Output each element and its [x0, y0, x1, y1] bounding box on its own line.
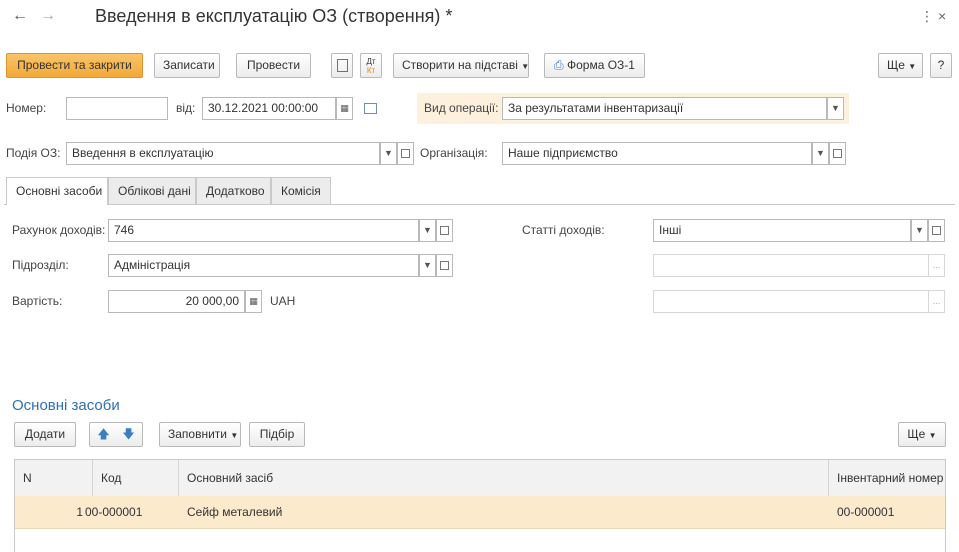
operation-type-label: Вид операції:: [424, 101, 499, 115]
department-dropdown-icon[interactable]: ▼: [419, 254, 436, 277]
col-header-code[interactable]: Код: [93, 460, 179, 496]
cell-asset: Сейф металевий: [187, 505, 283, 519]
structure-icon: [336, 59, 348, 72]
save-button[interactable]: Записати: [154, 53, 220, 78]
tab-additional[interactable]: Додатково: [196, 177, 271, 204]
calendar-icon[interactable]: ▦: [336, 97, 353, 120]
post-and-close-button[interactable]: Провести та закрити: [6, 53, 143, 78]
department-label: Підрозділ:: [12, 258, 69, 272]
create-based-on-label: Створити на підставі: [402, 58, 518, 72]
organization-field[interactable]: Наше підприємство: [502, 142, 812, 165]
table-more-button[interactable]: Ще ▼: [898, 422, 946, 447]
create-based-on-button[interactable]: Створити на підставі ▼: [393, 53, 529, 78]
income-account-dropdown-icon[interactable]: ▼: [419, 219, 436, 242]
tab-accounting-data[interactable]: Облікові дані: [108, 177, 196, 204]
department-open-icon[interactable]: [436, 254, 453, 277]
organization-open-icon[interactable]: [829, 142, 846, 165]
assets-section-title: Основні засоби: [12, 397, 120, 414]
income-account-field[interactable]: 746: [108, 219, 419, 242]
income-items-dropdown-icon[interactable]: ▼: [911, 219, 928, 242]
table-row[interactable]: 1 00-000001 Сейф металевий 00-000001: [15, 496, 945, 529]
calculator-icon[interactable]: ▦: [245, 290, 262, 313]
move-down-icon[interactable]: 🡇: [116, 423, 141, 446]
income-items-field[interactable]: Інші: [653, 219, 911, 242]
assets-table: N Код Основний засіб Інвентарний номер 1…: [14, 459, 946, 552]
col-header-n[interactable]: N: [15, 460, 93, 496]
structure-button[interactable]: [331, 53, 353, 78]
table-header: N Код Основний засіб Інвентарний номер: [15, 460, 945, 497]
department-field[interactable]: Адміністрація: [108, 254, 419, 277]
close-icon[interactable]: ×: [938, 6, 946, 26]
col-header-asset[interactable]: Основний засіб: [179, 460, 829, 496]
tab-strip-line: [4, 204, 955, 205]
extra-field-1-select-icon[interactable]: ...: [928, 254, 945, 277]
journal-entries-button[interactable]: Дт Кт: [360, 53, 382, 78]
more-actions-icon[interactable]: ⋮: [920, 6, 934, 26]
income-items-label: Статті доходів:: [522, 223, 605, 237]
income-account-label: Рахунок доходів:: [12, 223, 106, 237]
event-dropdown-icon[interactable]: ▼: [380, 142, 397, 165]
fill-label: Заповнити: [168, 427, 227, 441]
print-form-button[interactable]: ⎙ Форма ОЗ-1: [544, 53, 645, 78]
organization-dropdown-icon[interactable]: ▼: [812, 142, 829, 165]
event-open-icon[interactable]: [397, 142, 414, 165]
cost-field[interactable]: 20 000,00: [108, 290, 245, 313]
date-label: від:: [176, 101, 196, 115]
number-label: Номер:: [6, 101, 47, 115]
extra-field-1[interactable]: [653, 254, 931, 277]
dropdown-arrow-icon: ▼: [928, 431, 937, 440]
table-more-label: Ще: [907, 427, 926, 441]
dropdown-arrow-icon: ▼: [521, 62, 530, 71]
operation-type-field[interactable]: За результатами інвентаризації: [502, 97, 827, 120]
currency-label: UAH: [270, 294, 296, 308]
extra-field-2[interactable]: [653, 290, 931, 313]
number-field[interactable]: [66, 97, 168, 120]
dropdown-arrow-icon: ▼: [908, 62, 917, 71]
fill-button[interactable]: Заповнити ▼: [159, 422, 241, 447]
printer-icon: ⎙: [554, 58, 564, 72]
event-label: Подія ОЗ:: [6, 146, 61, 160]
back-button[interactable]: ←: [10, 6, 30, 26]
income-items-open-icon[interactable]: [928, 219, 945, 242]
extra-field-2-select-icon[interactable]: ...: [928, 290, 945, 313]
cost-label: Вартість:: [12, 294, 63, 308]
tab-main-assets[interactable]: Основні засоби: [6, 177, 108, 205]
add-row-button[interactable]: Додати: [14, 422, 76, 447]
move-up-icon[interactable]: 🡅: [91, 423, 116, 446]
more-label: Ще: [887, 58, 905, 72]
forward-button[interactable]: →: [38, 6, 58, 26]
document-icon[interactable]: [364, 103, 377, 114]
dt-kt-icon: Дт Кт: [366, 57, 376, 75]
event-field[interactable]: Введення в експлуатацію: [66, 142, 380, 165]
cell-code: 00-000001: [85, 505, 143, 519]
cell-n: 1: [76, 505, 83, 519]
tab-commission[interactable]: Комісія: [271, 177, 331, 204]
print-form-label: Форма ОЗ-1: [566, 58, 635, 72]
window-title: Введення в експлуатацію ОЗ (створення) *: [95, 6, 453, 26]
move-buttons: 🡅 🡇: [89, 422, 143, 447]
dropdown-arrow-icon: ▼: [230, 431, 239, 440]
income-account-open-icon[interactable]: [436, 219, 453, 242]
operation-type-dropdown-icon[interactable]: ▼: [827, 97, 844, 120]
select-button[interactable]: Підбір: [249, 422, 305, 447]
date-field[interactable]: 30.12.2021 00:00:00: [202, 97, 336, 120]
cell-inventory-number: 00-000001: [837, 505, 895, 519]
help-button[interactable]: ?: [930, 53, 952, 78]
col-header-inventory-number[interactable]: Інвентарний номер: [829, 460, 945, 496]
post-button[interactable]: Провести: [236, 53, 311, 78]
more-button[interactable]: Ще ▼: [878, 53, 923, 78]
organization-label: Організація:: [420, 146, 488, 160]
